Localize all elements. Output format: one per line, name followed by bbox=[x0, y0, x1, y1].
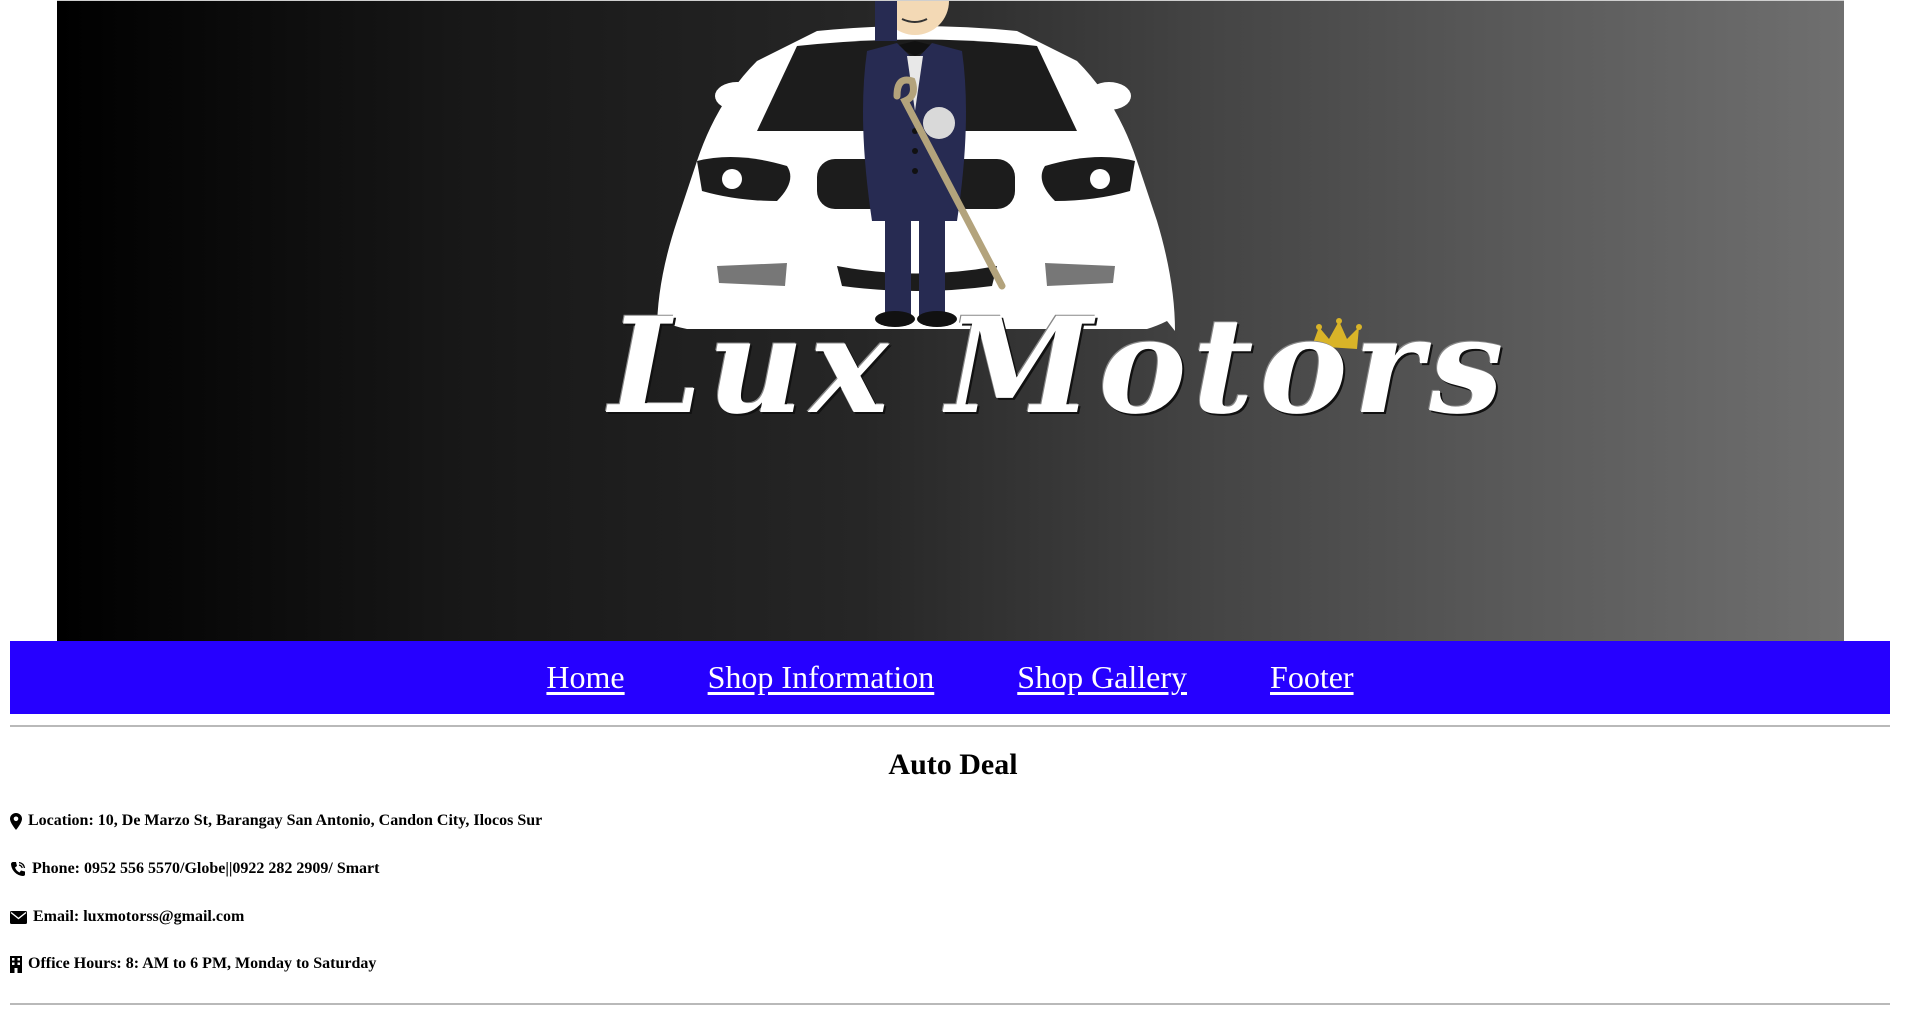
brand-logo-text: Lux Motors bbox=[609, 289, 1510, 444]
building-icon bbox=[10, 955, 22, 973]
email-line: Email: luxmotorss@gmail.com bbox=[10, 908, 244, 926]
location-line: Location: 10, De Marzo St, Barangay San … bbox=[10, 812, 542, 830]
office-hours-line: Office Hours: 8: AM to 6 PM, Monday to S… bbox=[10, 955, 376, 973]
location-text: Location: 10, De Marzo St, Barangay San … bbox=[28, 812, 543, 829]
email-text: Email: luxmotorss@gmail.com bbox=[33, 908, 245, 925]
nav-link-home[interactable]: Home bbox=[546, 659, 624, 696]
divider-bottom bbox=[10, 1003, 1890, 1005]
office-hours-text: Office Hours: 8: AM to 6 PM, Monday to S… bbox=[28, 955, 377, 972]
map-marker-icon bbox=[10, 812, 22, 830]
divider-top bbox=[10, 725, 1890, 727]
hero-banner: Lux Motors bbox=[57, 0, 1844, 641]
phone-line: Phone: 0952 556 5570/Globe||0922 282 290… bbox=[10, 860, 379, 878]
nav-link-footer[interactable]: Footer bbox=[1270, 659, 1354, 696]
phone-text: Phone: 0952 556 5570/Globe||0922 282 290… bbox=[32, 860, 380, 877]
main-nav: Home Shop Information Shop Gallery Foote… bbox=[10, 641, 1890, 714]
phone-icon bbox=[11, 861, 26, 876]
envelope-icon bbox=[10, 910, 27, 924]
section-title: Auto Deal bbox=[888, 748, 1018, 781]
nav-link-shop-information[interactable]: Shop Information bbox=[708, 659, 935, 696]
page: Lux Motors Home Shop Information Shop Ga… bbox=[0, 0, 1906, 1032]
nav-link-shop-gallery[interactable]: Shop Gallery bbox=[1017, 659, 1187, 696]
